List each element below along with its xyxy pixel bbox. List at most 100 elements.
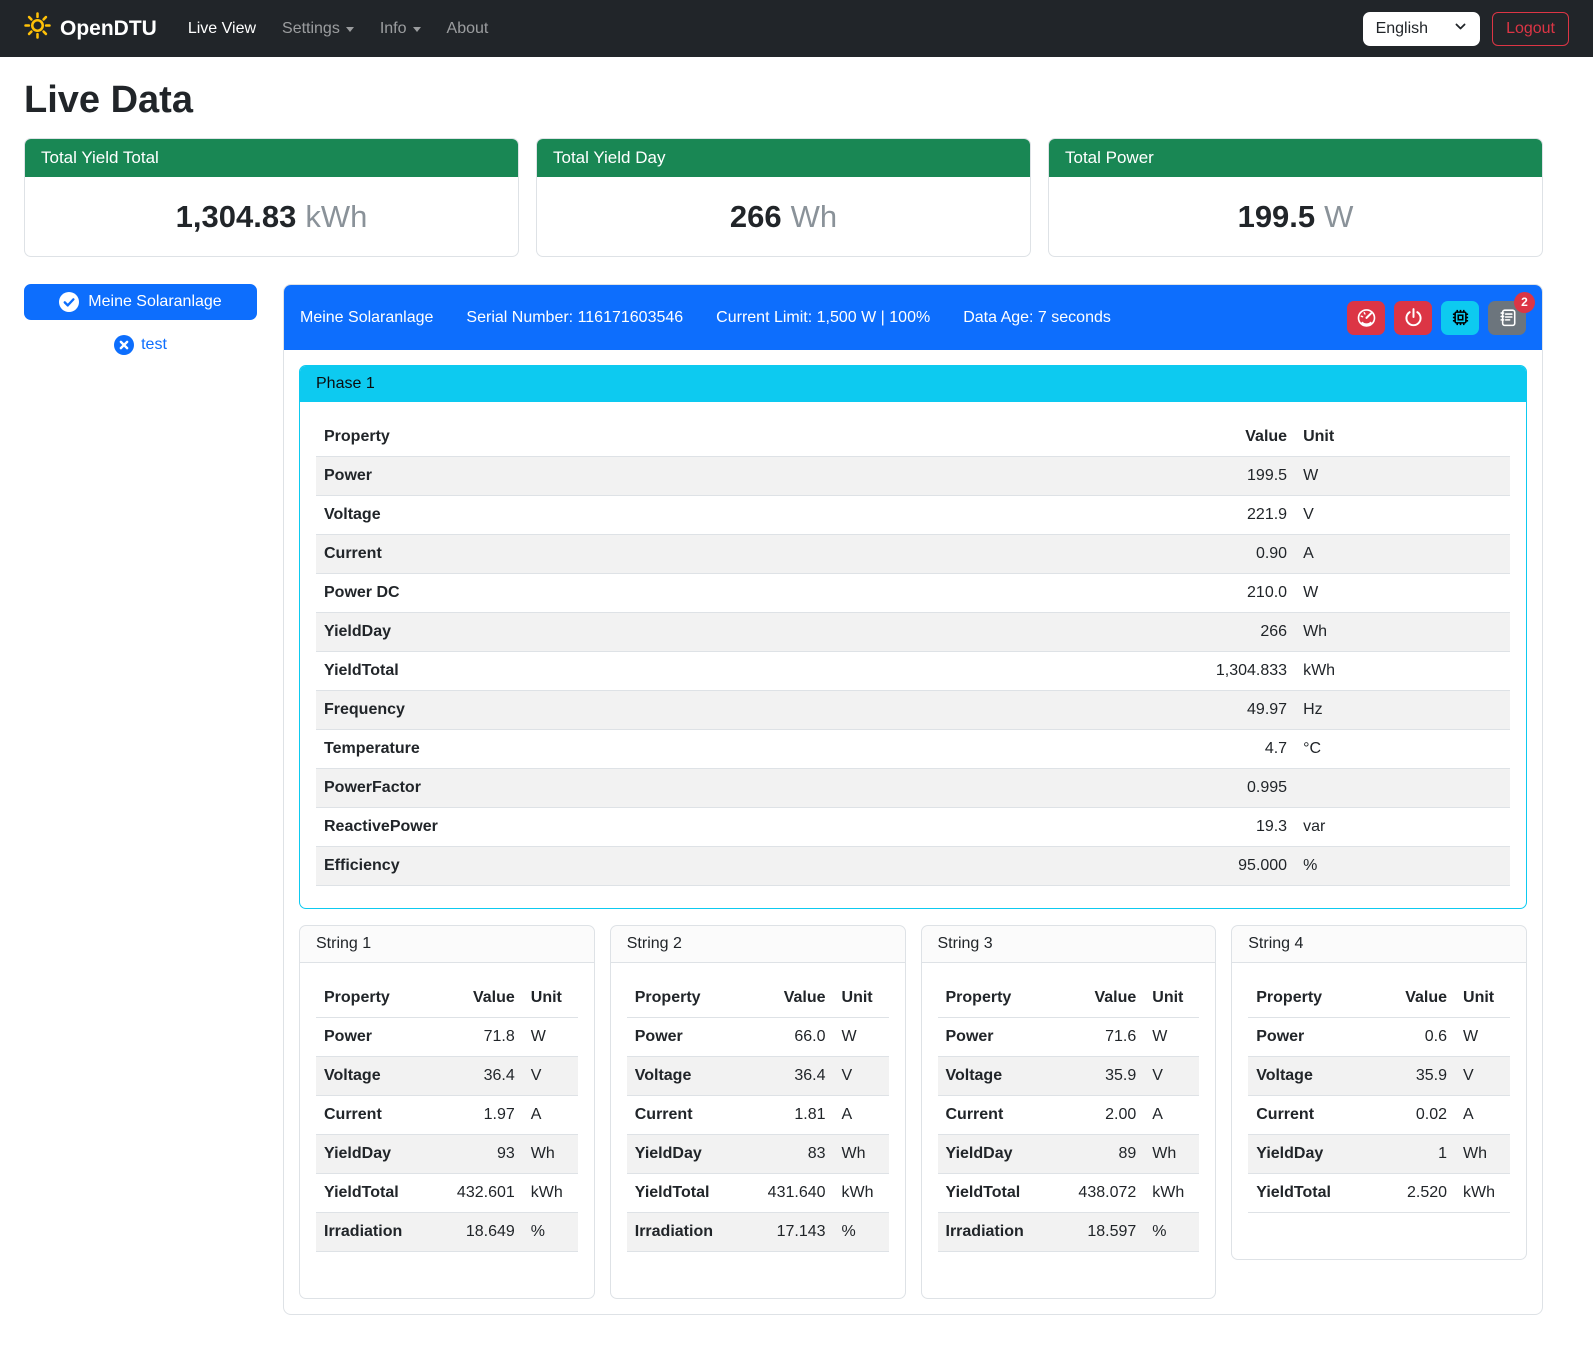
- table-row: Current1.81A: [627, 1096, 889, 1135]
- total-yield-total-card: Total Yield Total 1,304.83kWh: [24, 138, 519, 257]
- nav-item-about[interactable]: About: [434, 12, 502, 46]
- logout-button[interactable]: Logout: [1492, 12, 1569, 46]
- card-title: Total Yield Day: [537, 139, 1030, 177]
- table-row: YieldTotal432.601kWh: [316, 1174, 578, 1213]
- table-row: Current0.02A: [1248, 1096, 1510, 1135]
- property-cell: PowerFactor: [316, 769, 1056, 808]
- current-limit: Current Limit: 1,500 W | 100%: [716, 309, 930, 327]
- value-cell: 0.995: [1056, 769, 1295, 808]
- total-yield-day-unit: Wh: [791, 199, 838, 234]
- brand-label: OpenDTU: [60, 17, 157, 41]
- col-property: Property: [316, 418, 1056, 457]
- col-property: Property: [938, 979, 1064, 1018]
- unit-cell: %: [523, 1213, 578, 1252]
- brand[interactable]: OpenDTU: [24, 12, 157, 45]
- string-1-card: String 1 Property Value Unit: [299, 925, 595, 1299]
- chevron-down-icon: [413, 27, 421, 32]
- unit-cell: %: [1295, 847, 1510, 886]
- nav-item-info[interactable]: Info: [367, 12, 434, 46]
- string-3-title: String 3: [922, 926, 1216, 963]
- col-value: Value: [752, 979, 833, 1018]
- inverter-selected-button[interactable]: Meine Solaranlage: [24, 284, 257, 320]
- table-row: YieldDay83Wh: [627, 1135, 889, 1174]
- property-cell: Voltage: [1248, 1057, 1374, 1096]
- inverter-selected-label: Meine Solaranlage: [88, 293, 221, 311]
- unit-cell: A: [1295, 535, 1510, 574]
- string-1-table: Property Value Unit Power71.8WVoltage36.…: [316, 979, 578, 1252]
- value-cell: 17.143: [752, 1213, 833, 1252]
- col-value: Value: [1056, 418, 1295, 457]
- unit-cell: kWh: [1144, 1174, 1199, 1213]
- sun-icon: [24, 12, 51, 45]
- event-count-badge: 2: [1514, 292, 1535, 313]
- page-title: Live Data: [24, 79, 1543, 122]
- inverter-sidebar: Meine Solaranlage test: [24, 284, 257, 355]
- table-row: Power66.0W: [627, 1018, 889, 1057]
- unit-cell: Hz: [1295, 691, 1510, 730]
- nav-item-live-view[interactable]: Live View: [175, 12, 269, 46]
- string-2-table: Property Value Unit Power66.0WVoltage36.…: [627, 979, 889, 1252]
- unit-cell: A: [523, 1096, 578, 1135]
- table-row: YieldDay93Wh: [316, 1135, 578, 1174]
- property-cell: Voltage: [316, 496, 1056, 535]
- navbar-right: English Logout: [1363, 12, 1569, 46]
- inverter-item-test[interactable]: test: [24, 335, 257, 355]
- nav-item-settings[interactable]: Settings: [269, 12, 367, 46]
- col-value: Value: [1374, 979, 1455, 1018]
- table-header-row: Property Value Unit: [316, 418, 1510, 457]
- table-row: Temperature4.7°C: [316, 730, 1510, 769]
- total-power-value: 199.5: [1238, 199, 1316, 234]
- property-cell: YieldTotal: [938, 1174, 1064, 1213]
- card-body: 266 Wh: [537, 177, 1030, 256]
- table-row: Irradiation18.649%: [316, 1213, 578, 1252]
- value-cell: 1: [1374, 1135, 1455, 1174]
- power-button[interactable]: [1394, 301, 1432, 335]
- property-cell: Power: [1248, 1018, 1374, 1057]
- unit-cell: Wh: [1144, 1135, 1199, 1174]
- inverter-action-buttons: 2: [1347, 301, 1526, 335]
- total-yield-day-value: 266: [730, 199, 782, 234]
- summary-cards-row: Total Yield Total 1,304.83kWh Total Yiel…: [24, 138, 1543, 257]
- data-age: Data Age: 7 seconds: [963, 309, 1111, 327]
- property-cell: Irradiation: [938, 1213, 1064, 1252]
- value-cell: 2.00: [1063, 1096, 1144, 1135]
- phase-1-title: Phase 1: [300, 366, 1526, 402]
- table-row: Power199.5W: [316, 457, 1510, 496]
- property-cell: Voltage: [627, 1057, 753, 1096]
- col-value: Value: [1063, 979, 1144, 1018]
- value-cell: 71.8: [442, 1018, 523, 1057]
- unit-cell: V: [1144, 1057, 1199, 1096]
- event-log-button[interactable]: 2: [1488, 301, 1526, 335]
- limit-settings-button[interactable]: [1347, 301, 1385, 335]
- serial-number: Serial Number: 116171603546: [466, 309, 683, 327]
- value-cell: 36.4: [442, 1057, 523, 1096]
- table-row: Current1.97A: [316, 1096, 578, 1135]
- language-value: English: [1376, 20, 1428, 38]
- col-unit: Unit: [1455, 979, 1510, 1018]
- value-cell: 49.97: [1056, 691, 1295, 730]
- unit-cell: %: [1144, 1213, 1199, 1252]
- table-header-row: Property Value Unit: [1248, 979, 1510, 1018]
- unit-cell: V: [834, 1057, 889, 1096]
- unit-cell: W: [834, 1018, 889, 1057]
- unit-cell: kWh: [523, 1174, 578, 1213]
- device-info-button[interactable]: [1441, 301, 1479, 335]
- language-select[interactable]: English: [1363, 12, 1480, 46]
- value-cell: 18.649: [442, 1213, 523, 1252]
- string-4-table: Property Value Unit Power0.6WVoltage35.9…: [1248, 979, 1510, 1213]
- property-cell: Temperature: [316, 730, 1056, 769]
- table-row: Power71.6W: [938, 1018, 1200, 1057]
- inverter-panel: Meine Solaranlage Serial Number: 1161716…: [283, 284, 1543, 1315]
- property-cell: YieldDay: [1248, 1135, 1374, 1174]
- speedometer-icon: [1356, 307, 1377, 328]
- property-cell: YieldTotal: [1248, 1174, 1374, 1213]
- value-cell: 210.0: [1056, 574, 1295, 613]
- table-row: Voltage35.9V: [938, 1057, 1200, 1096]
- value-cell: 266: [1056, 613, 1295, 652]
- phase-1-table: Property Value Unit Power199.5WVoltage22…: [316, 418, 1510, 886]
- property-cell: Power: [316, 457, 1056, 496]
- value-cell: 89: [1063, 1135, 1144, 1174]
- unit-cell: Wh: [523, 1135, 578, 1174]
- unit-cell: kWh: [1295, 652, 1510, 691]
- unit-cell: A: [834, 1096, 889, 1135]
